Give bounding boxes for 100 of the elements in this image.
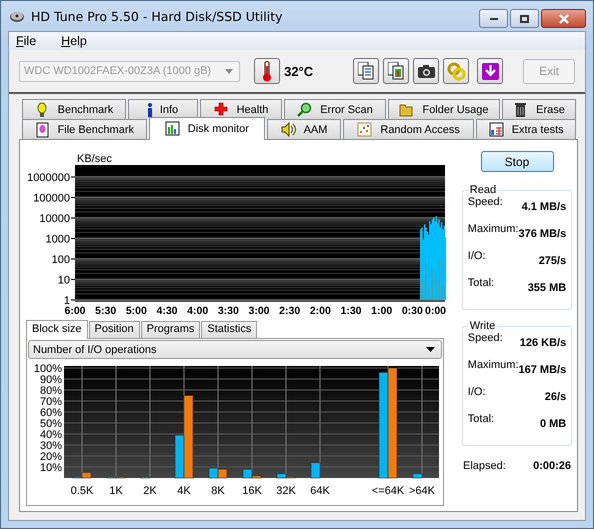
minimize-icon [490, 18, 498, 20]
tab[interactable]: Random Access [342, 119, 474, 139]
menu-item[interactable]: Help [54, 34, 95, 48]
save-button[interactable] [477, 58, 504, 84]
stat-label: Elapsed: [463, 460, 506, 472]
tab[interactable]: Info [128, 99, 198, 119]
download-icon [482, 62, 499, 80]
tab[interactable]: Health [200, 99, 282, 119]
axis-label: 20% [40, 451, 62, 463]
stop-button[interactable]: Stop [480, 151, 554, 172]
axis-label: 80% [40, 385, 62, 397]
documents-icon [388, 62, 404, 80]
dropdown-arrow-icon [225, 68, 234, 74]
axis-label: 0:00 [424, 305, 446, 317]
tab[interactable]: Benchmark [22, 99, 126, 119]
axis-label: 2:30 [279, 305, 300, 317]
group-title: Read [468, 184, 498, 196]
stat-value: 0:00:26 [533, 460, 571, 472]
copy-button[interactable] [383, 58, 410, 84]
tab[interactable]: AAM [267, 119, 341, 139]
axis-label: 1000000 [27, 172, 70, 184]
menu-item[interactable]: File [9, 34, 44, 48]
stat-value: 167 MB/s [518, 364, 566, 377]
minimize-button[interactable] [479, 9, 508, 28]
tab[interactable]: Extra tests [476, 119, 576, 139]
camera-button[interactable] [413, 58, 440, 84]
bar-chart-icon [164, 121, 180, 137]
maximize-button[interactable] [510, 9, 539, 28]
stat-label: Total: [468, 277, 494, 290]
axis-label: 10% [40, 462, 62, 474]
axis-label: 50% [40, 418, 62, 430]
search-icon [297, 102, 312, 118]
axis-label: >64K [409, 485, 435, 497]
axis-label: 0:30 [402, 305, 423, 317]
tab[interactable]: Statistics [201, 321, 258, 338]
axis-label: 5:30 [95, 305, 116, 317]
axis-label: 1000 [46, 234, 70, 246]
axis-label: 64K [310, 485, 330, 497]
stat-value: 4.1 MB/s [522, 201, 566, 214]
tab[interactable]: Position [88, 321, 140, 338]
axis-label: 4K [177, 485, 191, 497]
chart-bar [310, 462, 320, 478]
tab[interactable]: Folder Usage [388, 99, 500, 119]
chart-mode-dropdown[interactable]: Number of I/O operations [28, 340, 442, 359]
close-button[interactable] [541, 9, 586, 28]
axis-label: 90% [40, 374, 62, 386]
axis-label: 1:00 [371, 305, 392, 317]
axis-label: 32K [276, 485, 296, 497]
stat-label: Maximum: [468, 223, 519, 235]
axis-label: 60% [40, 407, 62, 419]
rings-icon [446, 62, 466, 80]
axis-label: 3:00 [248, 305, 270, 317]
axis-label: 1 [64, 295, 70, 307]
stat-label: Total: [468, 413, 494, 426]
axis-label: 100 [52, 254, 70, 266]
stat-label: I/O: [468, 250, 486, 263]
tab[interactable]: Error Scan [284, 99, 386, 119]
chart-bar [208, 468, 218, 478]
tab[interactable]: Disk monitor [148, 117, 266, 140]
stat-value: 0 MB [540, 418, 566, 431]
tab[interactable]: File Benchmark [22, 119, 147, 139]
copy-button[interactable] [353, 58, 380, 84]
axis-label: 1:30 [340, 305, 362, 317]
stat-value: 126 KB/s [520, 337, 566, 350]
stat-label: Speed: [468, 332, 503, 345]
cross-icon [214, 102, 229, 118]
chart-bar [412, 473, 422, 478]
tab[interactable]: Programs [140, 321, 200, 338]
axis-label: 100000 [33, 192, 70, 204]
camera-icon [418, 64, 435, 78]
axis-label: 6:00 [64, 305, 86, 317]
options-button[interactable] [443, 58, 470, 84]
speaker-icon [280, 122, 296, 138]
axis-label: 16K [242, 485, 262, 497]
tab[interactable]: Block size [26, 320, 88, 339]
window-title: HD Tune Pro 5.50 - Hard Disk/SSD Utility [31, 8, 283, 24]
axis-label: 3:30 [218, 305, 239, 317]
axis-title: KB/sec [77, 153, 112, 165]
folder-icon [399, 102, 414, 118]
documents-icon [358, 62, 374, 80]
axis-label: 40% [40, 429, 62, 441]
stat-value: 275/s [538, 255, 566, 268]
group-title: Write [468, 320, 496, 332]
axis-label: 1K [109, 485, 123, 497]
stat-label: Maximum: [468, 359, 519, 372]
trash-icon [513, 102, 528, 118]
close-icon [558, 14, 568, 24]
axis-label: 8K [211, 485, 225, 497]
axis-label: 70% [40, 396, 62, 408]
stat-label: I/O: [468, 386, 486, 399]
dropdown-arrow-icon [426, 347, 435, 352]
info-icon [148, 102, 152, 116]
tab[interactable]: Erase [502, 99, 576, 119]
thermometer-button[interactable] [254, 58, 280, 84]
stat-label: Speed: [468, 196, 503, 209]
stat-value: 26/s [544, 391, 566, 404]
axis-label: 0.5K [70, 485, 94, 497]
maximize-icon [520, 14, 529, 22]
axis-label: 4:30 [156, 305, 178, 317]
stat-value: 355 MB [528, 282, 566, 295]
